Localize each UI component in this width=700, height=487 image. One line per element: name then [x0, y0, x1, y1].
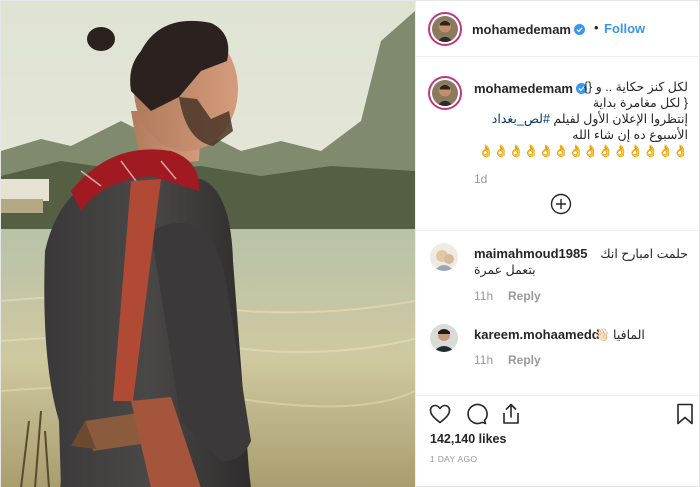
- comment-text-line-2: بتعمل عمرة: [474, 263, 536, 277]
- save-button[interactable]: [673, 402, 697, 426]
- post-photo-image: [1, 1, 415, 487]
- caption-line-4: الأسبوع ده إن شاء الله: [572, 128, 688, 142]
- author-username-text[interactable]: mohamedemam: [472, 22, 571, 37]
- follow-button[interactable]: Follow: [604, 21, 645, 36]
- caption-line-3: إنتظروا الإعلان الأول لفيلم #لص_بغداد: [492, 112, 688, 127]
- caption-timestamp[interactable]: 1d: [474, 172, 487, 186]
- comment-timestamp[interactable]: 11h: [474, 353, 493, 367]
- bookmark-icon: [677, 403, 693, 425]
- instagram-post: mohamedemam • Follow mohamedemam لكل كنز…: [0, 0, 700, 487]
- caption-line-3-text: إنتظروا الإعلان الأول لفيلم: [553, 112, 688, 126]
- post-actions: 142,140 likes 1 DAY AGO: [416, 395, 700, 487]
- load-more-comments-button[interactable]: [550, 193, 572, 215]
- comment-avatar[interactable]: [430, 324, 458, 352]
- comment-button[interactable]: [464, 402, 488, 426]
- comment-text-line-1: حلمت امبارح انك: [600, 247, 688, 261]
- caption-line-1: لكل كنز حكاية .. و {}: [583, 80, 688, 94]
- like-button[interactable]: [428, 402, 452, 426]
- comment-timestamp[interactable]: 11h: [474, 289, 493, 303]
- post-header: mohamedemam • Follow: [416, 1, 700, 57]
- comment-username[interactable]: maimahmoud1985: [474, 246, 587, 261]
- heart-icon: [429, 404, 451, 424]
- post-sidebar: mohamedemam • Follow mohamedemam لكل كنز…: [415, 1, 700, 487]
- caption-username[interactable]: mohamedemam: [474, 81, 573, 96]
- caption-author-avatar[interactable]: [428, 76, 462, 110]
- comment-avatar[interactable]: [430, 243, 458, 271]
- verified-badge-icon: [573, 24, 585, 35]
- post-photo[interactable]: [1, 1, 415, 487]
- reply-button[interactable]: Reply: [508, 353, 541, 367]
- comment-icon: [467, 403, 488, 425]
- plus-circle-icon: [550, 193, 572, 215]
- author-username-header[interactable]: mohamedemam: [472, 21, 585, 39]
- post-timestamp[interactable]: 1 DAY AGO: [430, 454, 477, 464]
- caption-line-2: { لكل مغامرة بداية: [592, 96, 688, 110]
- author-avatar[interactable]: [428, 12, 462, 46]
- header-separator: •: [594, 20, 599, 35]
- caption-author[interactable]: mohamedemam: [474, 80, 587, 98]
- comment-text: المافيا 👋🏻: [594, 328, 645, 342]
- share-icon: [503, 403, 519, 424]
- divider: [416, 230, 700, 231]
- comments-section: mohamedemam لكل كنز حكاية .. و {} { لكل …: [416, 58, 700, 395]
- reply-button[interactable]: Reply: [508, 289, 541, 303]
- likes-count[interactable]: 142,140 likes: [430, 432, 506, 446]
- caption-hashtag[interactable]: #لص_بغداد: [492, 112, 550, 126]
- share-button[interactable]: [499, 402, 523, 426]
- caption-emoji-row: 👌👌👌👌👌👌👌👌👌👌👌👌👌👌: [478, 144, 688, 158]
- comment-username[interactable]: kareem.mohaamedd: [474, 327, 600, 342]
